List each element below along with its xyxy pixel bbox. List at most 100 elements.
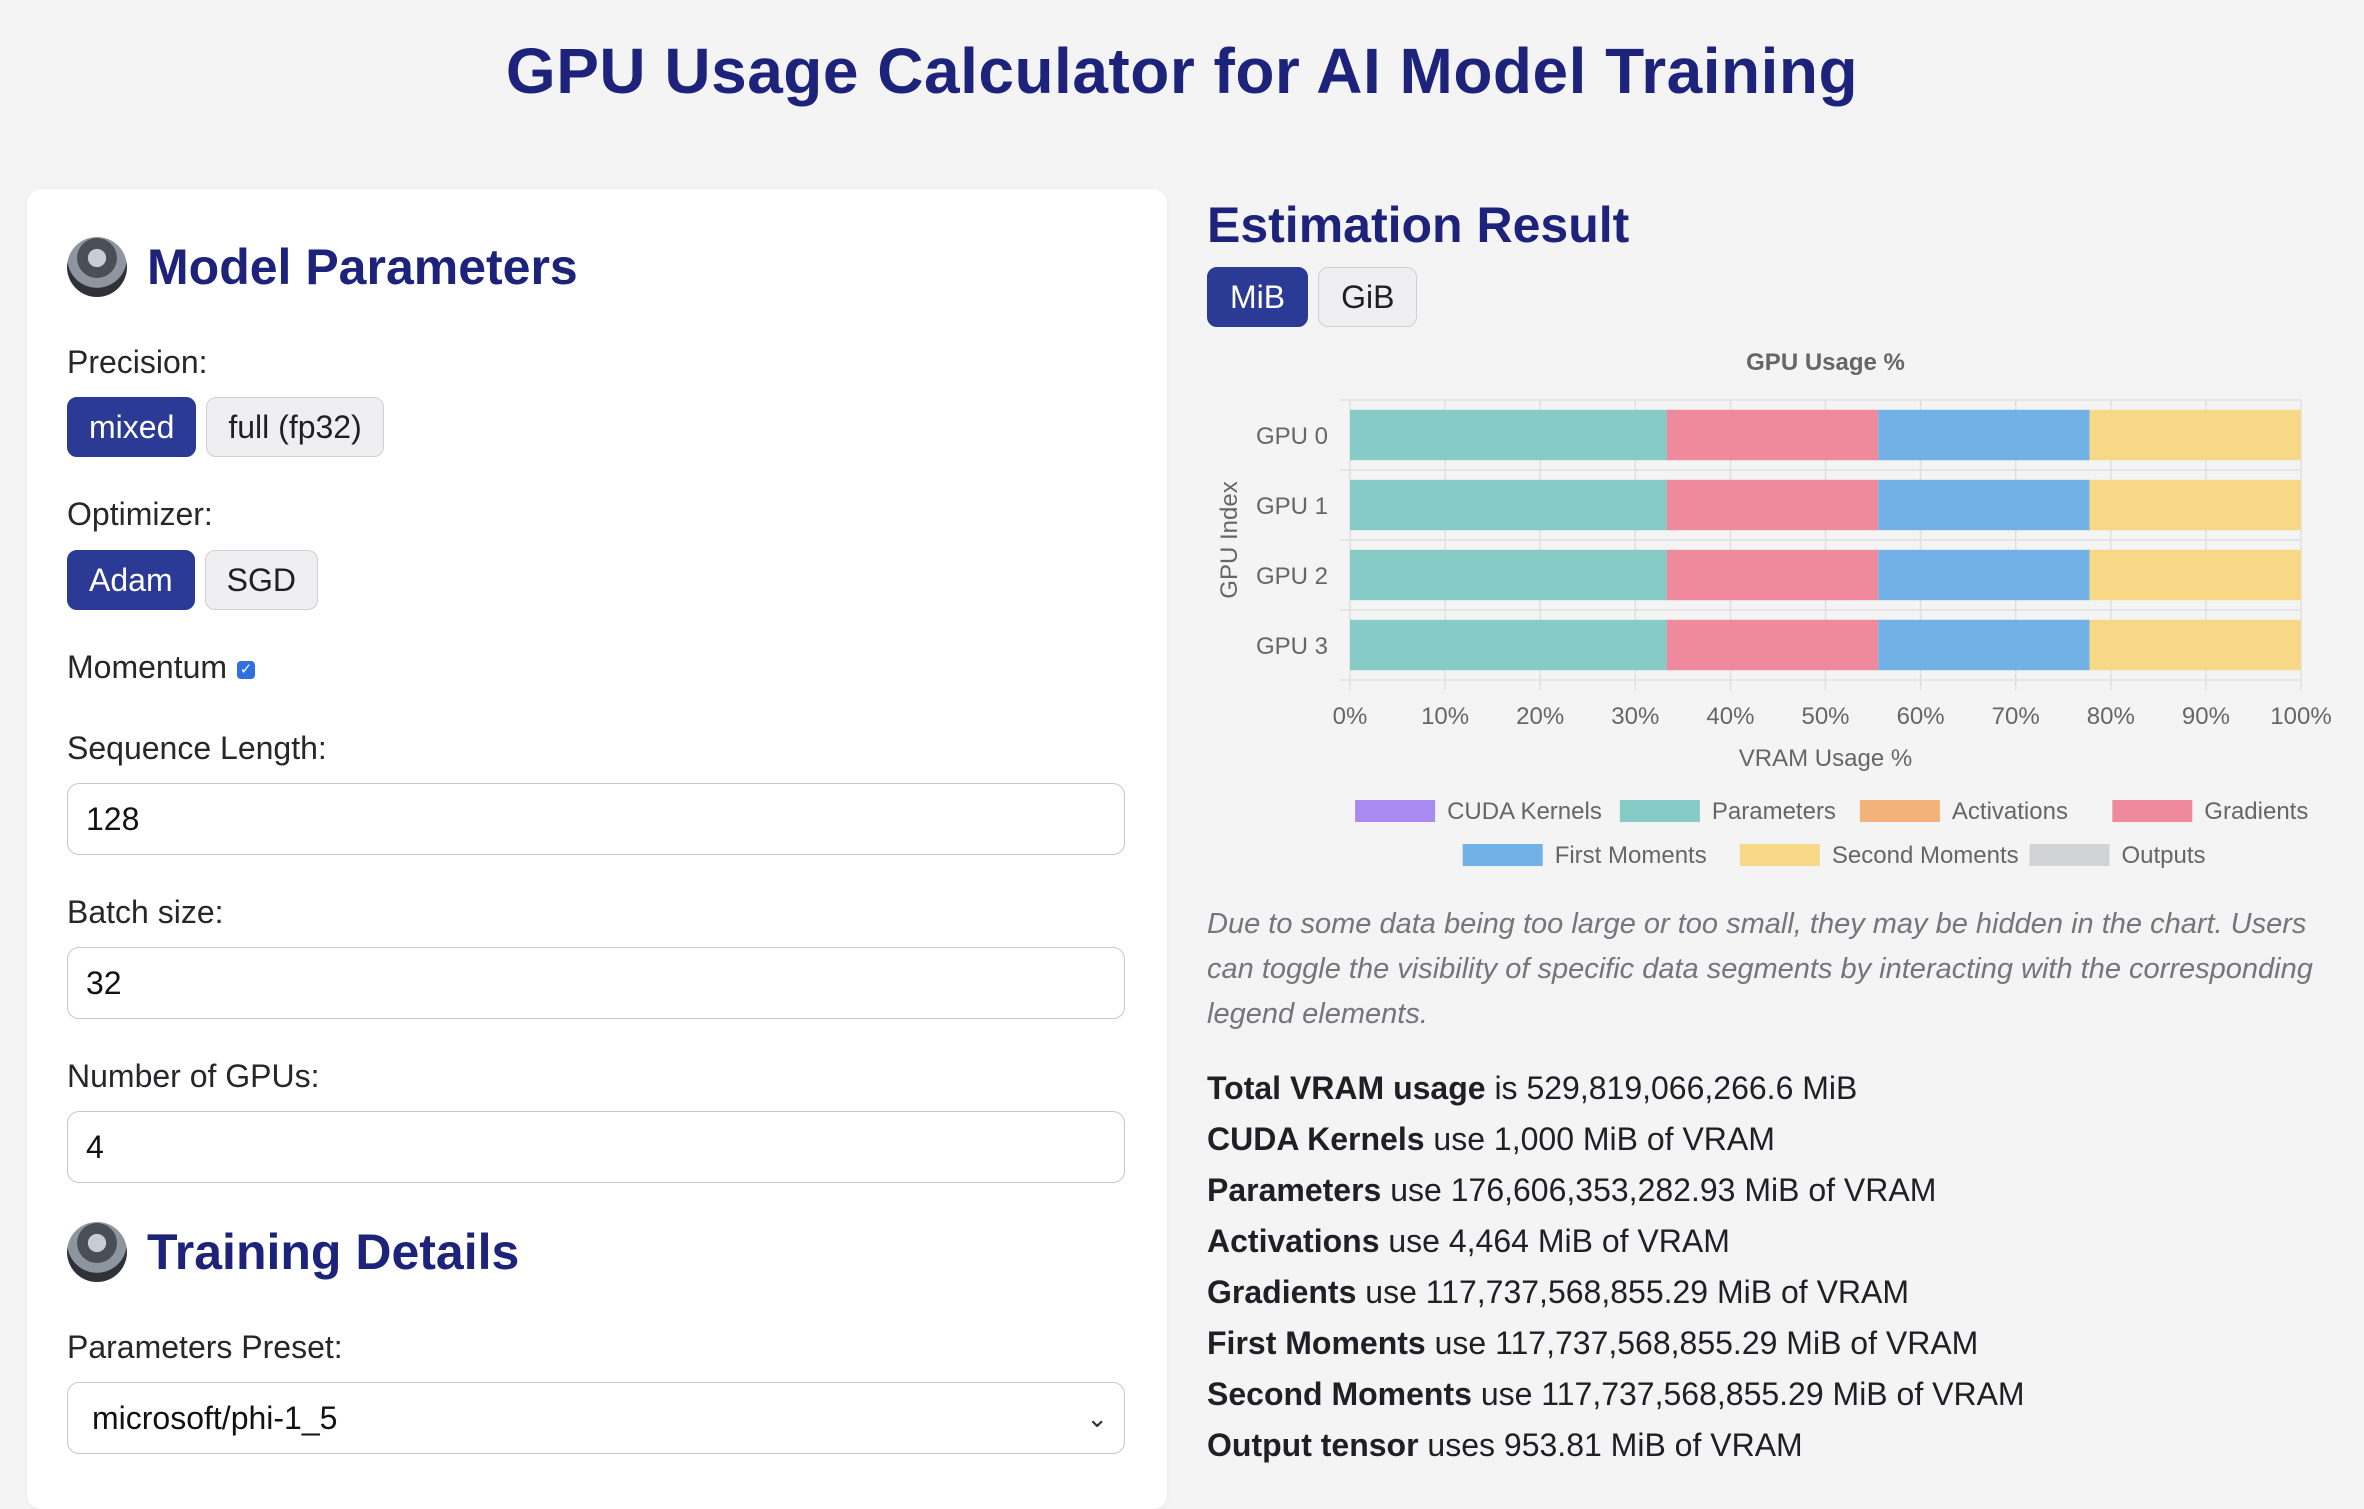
legend-swatch [1859, 800, 1940, 822]
chevron-down-icon: ⌄ [1086, 1403, 1108, 1433]
bar-segment [2089, 479, 2301, 531]
x-tick-label: 50% [1801, 703, 1849, 730]
optimizer-label: Optimizer: [67, 496, 213, 532]
bar-segment [2089, 619, 2301, 671]
model-parameters-header: Model Parameters [67, 237, 578, 297]
legend-swatch [1619, 800, 1700, 822]
legend-item: Parameters [1712, 798, 1836, 825]
bar-segment [1350, 409, 1667, 461]
model-parameters-title: Model Parameters [147, 239, 578, 295]
chart-title: GPU Usage % [1746, 349, 1905, 376]
summary-line: First Moments use 117,737,568,855.29 MiB… [1207, 1318, 2025, 1369]
x-tick-label: 90% [2182, 703, 2230, 730]
legend-swatch [1462, 844, 1543, 866]
x-axis-title: VRAM Usage % [1739, 745, 1912, 772]
legend-item: First Moments [1555, 842, 1707, 869]
x-tick-label: 70% [1992, 703, 2040, 730]
parameters-preset-value: microsoft/phi-1_5 [92, 1399, 338, 1436]
summary-line: Parameters use 176,606,353,282.93 MiB of… [1207, 1165, 2025, 1216]
precision-label: Precision: [67, 344, 208, 380]
summary-value: use 117,737,568,855.29 MiB of VRAM [1425, 1325, 1979, 1361]
summary-value: use 176,606,353,282.93 MiB of VRAM [1381, 1172, 1937, 1208]
momentum-label: Momentum [67, 649, 228, 685]
bar-segment [1350, 619, 1667, 671]
summary-line: Output tensor uses 953.81 MiB of VRAM [1207, 1420, 2025, 1471]
bar-segment [1666, 619, 1879, 671]
bar-segment [1878, 479, 2090, 531]
summary-key: First Moments [1207, 1325, 1426, 1361]
bar-segment [1878, 619, 2090, 671]
legend-item: Outputs [2122, 842, 2206, 869]
y-tick-label: GPU 3 [1256, 633, 1328, 660]
summary-key: Second Moments [1207, 1376, 1472, 1412]
y-tick-label: GPU 0 [1256, 423, 1328, 450]
x-tick-label: 80% [2087, 703, 2135, 730]
legend-item: Activations [1952, 798, 2068, 825]
bar-segment [1878, 549, 2090, 601]
avatar [67, 237, 127, 297]
optimizer-sgd-button[interactable]: SGD [204, 550, 318, 610]
legend-item: Second Moments [1832, 842, 2019, 869]
summary-key: CUDA Kernels [1207, 1121, 1425, 1157]
summary-key: Total VRAM usage [1207, 1070, 1486, 1106]
training-details-header: Training Details [67, 1222, 519, 1282]
summary-value: uses 953.81 MiB of VRAM [1418, 1427, 1803, 1463]
legend-item: CUDA Kernels [1447, 798, 1602, 825]
optimizer-toggle: Adam SGD [67, 550, 318, 610]
summary-line: Second Moments use 117,737,568,855.29 Mi… [1207, 1369, 2025, 1420]
x-tick-label: 10% [1421, 703, 1469, 730]
page-title: GPU Usage Calculator for AI Model Traini… [505, 35, 1859, 107]
unit-gib-button[interactable]: GiB [1318, 267, 1418, 327]
x-tick-label: 0% [1333, 703, 1368, 730]
bar-segment [1666, 409, 1879, 461]
summary-value: use 1,000 MiB of VRAM [1424, 1121, 1775, 1157]
bar-segment [1666, 549, 1879, 601]
num-gpus-input[interactable]: 4 [67, 1111, 1125, 1183]
precision-toggle: mixed full (fp32) [67, 397, 384, 457]
bar-segment [1350, 549, 1667, 601]
gpu-usage-chart: GPU Usage % 0% 10% 20% 30% 40% 50% 60% 70% 80% 90%… [1216, 349, 2332, 869]
summary-value: use 4,464 MiB of VRAM [1379, 1223, 1730, 1259]
summary-line: Total VRAM usage is 529,819,066,266.6 Mi… [1207, 1063, 2025, 1114]
x-tick-label: 30% [1611, 703, 1659, 730]
bar-segment [1350, 479, 1667, 531]
unit-mib-button[interactable]: MiB [1207, 267, 1309, 327]
x-tick-label: 60% [1897, 703, 1945, 730]
parameters-preset-select[interactable]: microsoft/phi-1_5 ⌄ [67, 1382, 1125, 1454]
chart-note: Due to some data being too large or too … [1207, 908, 2313, 1030]
estimation-result-title: Estimation Result [1207, 197, 1630, 253]
summary-key: Parameters [1207, 1172, 1382, 1208]
y-tick-label: GPU 2 [1256, 563, 1328, 590]
unit-toggle: MiB GiB [1207, 267, 1418, 327]
x-tick-label: 20% [1516, 703, 1564, 730]
optimizer-adam-button[interactable]: Adam [67, 550, 195, 610]
summary-value: use 117,737,568,855.29 MiB of VRAM [1471, 1376, 2025, 1412]
precision-full-button[interactable]: full (fp32) [206, 397, 384, 457]
sequence-length-input[interactable]: 128 [67, 783, 1125, 855]
vram-summary: Total VRAM usage is 529,819,066,266.6 Mi… [1207, 1063, 2025, 1471]
summary-line: CUDA Kernels use 1,000 MiB of VRAM [1207, 1114, 2025, 1165]
summary-value: is 529,819,066,266.6 MiB [1485, 1070, 1858, 1106]
batch-size-input[interactable]: 32 [67, 947, 1125, 1019]
bar-segment [2089, 549, 2301, 601]
bar-segment [1878, 409, 2090, 461]
batch-size-label: Batch size: [67, 894, 224, 930]
legend-swatch [1355, 800, 1436, 822]
momentum-checkbox[interactable]: ✓ [237, 661, 256, 679]
legend-swatch [1739, 844, 1820, 866]
sequence-length-label: Sequence Length: [67, 730, 327, 766]
bar-segment [1666, 479, 1879, 531]
parameters-preset-label: Parameters Preset: [67, 1329, 343, 1365]
summary-key: Gradients [1207, 1274, 1357, 1310]
summary-key: Activations [1207, 1223, 1380, 1259]
momentum-row: Momentum ✓ [67, 649, 256, 686]
y-axis-title: GPU Index [1216, 481, 1243, 598]
precision-mixed-button[interactable]: mixed [67, 397, 197, 457]
summary-value: use 117,737,568,855.29 MiB of VRAM [1356, 1274, 1910, 1310]
legend-item: Gradients [2204, 798, 2308, 825]
avatar [67, 1222, 127, 1282]
legend-swatch [2029, 844, 2110, 866]
training-details-title: Training Details [147, 1224, 520, 1280]
x-tick-label: 100% [2270, 703, 2331, 730]
legend-swatch [2112, 800, 2193, 822]
